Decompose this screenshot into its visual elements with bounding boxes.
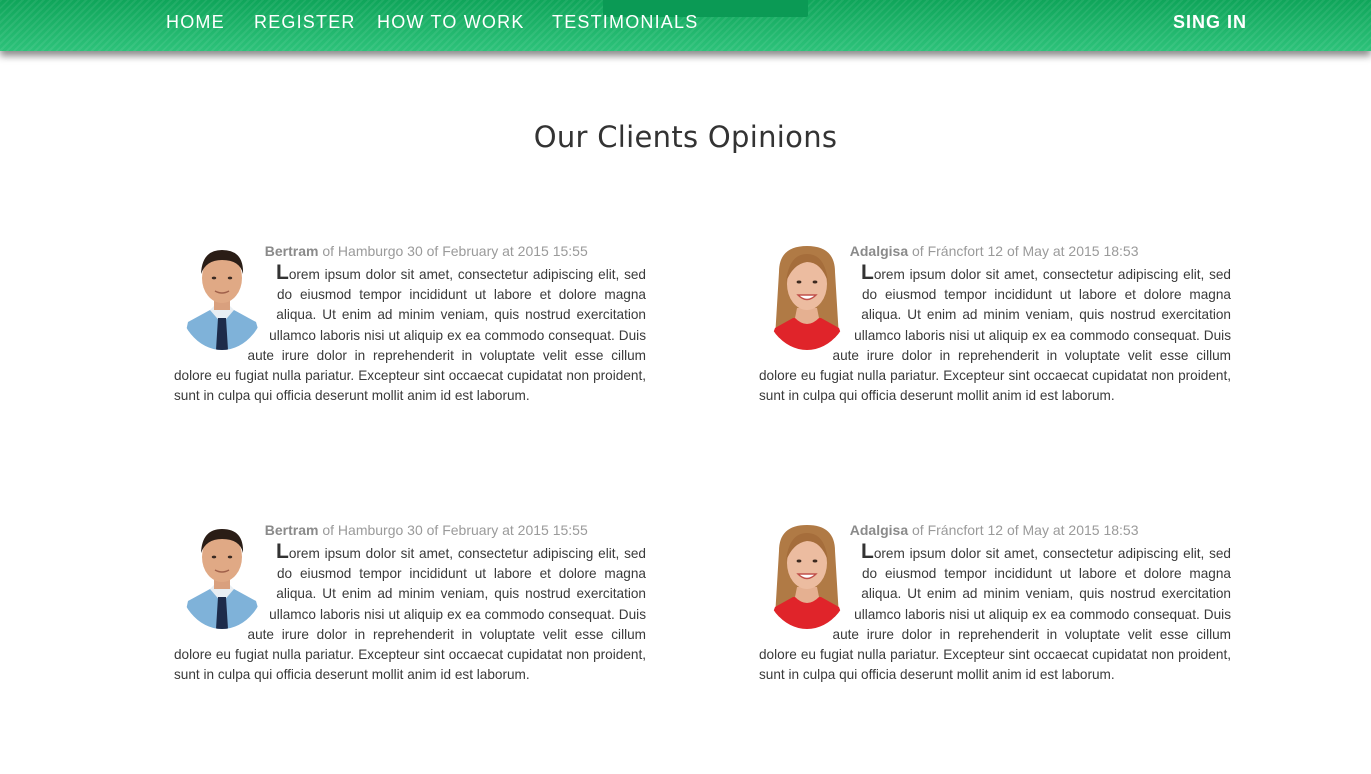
sign-in-link[interactable]: SING IN <box>1173 12 1247 33</box>
testimonial-meta: of Hamburgo 30 of February at 2015 15:55 <box>318 522 588 538</box>
avatar <box>759 521 855 629</box>
avatar <box>759 242 855 350</box>
author-name: Bertram <box>264 522 319 538</box>
drop-cap: L <box>276 540 289 563</box>
avatar <box>174 521 270 629</box>
nav-how-to-work-link[interactable]: HOW TO WORK <box>377 12 525 33</box>
testimonial-card: Adalgisa of Fráncfort 12 of May at 2015 … <box>759 242 1231 406</box>
drop-cap: L <box>861 261 874 284</box>
drop-cap: L <box>276 261 289 284</box>
author-name: Adalgisa <box>849 522 909 538</box>
author-name: Adalgisa <box>849 243 909 259</box>
page-title: Our Clients Opinions <box>533 120 838 154</box>
nav-testimonials-link[interactable]: TESTIMONIALS <box>552 12 698 33</box>
nav-register-link[interactable]: REGISTER <box>254 12 356 33</box>
nav-home-link[interactable]: HOME <box>166 12 225 33</box>
testimonial-meta: of Hamburgo 30 of February at 2015 15:55 <box>318 243 588 259</box>
testimonial-card: Bertram of Hamburgo 30 of February at 20… <box>174 521 646 685</box>
drop-cap: L <box>861 540 874 563</box>
testimonial-card: Adalgisa of Fráncfort 12 of May at 2015 … <box>759 521 1231 685</box>
testimonial-card: Bertram of Hamburgo 30 of February at 20… <box>174 242 646 406</box>
top-navbar: HOME REGISTER HOW TO WORK TESTIMONIALS S… <box>0 0 1371 51</box>
testimonial-meta: of Fráncfort 12 of May at 2015 18:53 <box>908 522 1139 538</box>
testimonial-meta: of Fráncfort 12 of May at 2015 18:53 <box>908 243 1139 259</box>
author-name: Bertram <box>264 243 319 259</box>
avatar <box>174 242 270 350</box>
